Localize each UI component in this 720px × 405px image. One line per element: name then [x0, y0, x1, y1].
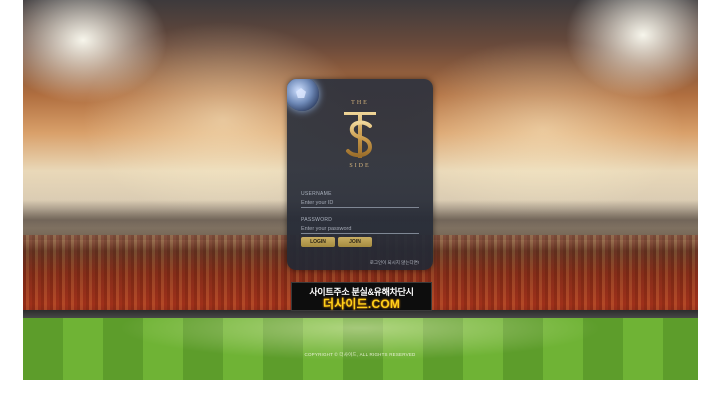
pitch-light — [23, 318, 698, 380]
logo-bottom-text: SIDE — [349, 163, 371, 169]
login-button[interactable]: LOGIN — [301, 237, 335, 247]
join-button[interactable]: JOIN — [338, 237, 372, 247]
copyright-text: COPYRIGHT © 더사이드, ALL RIGHTS RESERVED — [304, 352, 416, 357]
login-panel: THE SIDE USERNAME PASSWORD LOGIN JOIN 로그… — [287, 79, 433, 270]
password-label: PASSWORD — [301, 217, 333, 223]
password-input[interactable] — [301, 224, 419, 234]
username-input[interactable] — [301, 198, 419, 208]
forgot-login-link[interactable]: 로그인이 되시지 않는다면! — [370, 260, 419, 266]
site-address-banner[interactable]: 사이트주소 분실&유해차단시 더사이드.COM — [291, 282, 432, 311]
soccer-ball-icon — [287, 79, 319, 111]
banner-domain-text: 더사이드.COM — [322, 297, 401, 311]
logo-ts-monogram-icon — [344, 112, 376, 158]
username-label: USERNAME — [301, 191, 332, 197]
